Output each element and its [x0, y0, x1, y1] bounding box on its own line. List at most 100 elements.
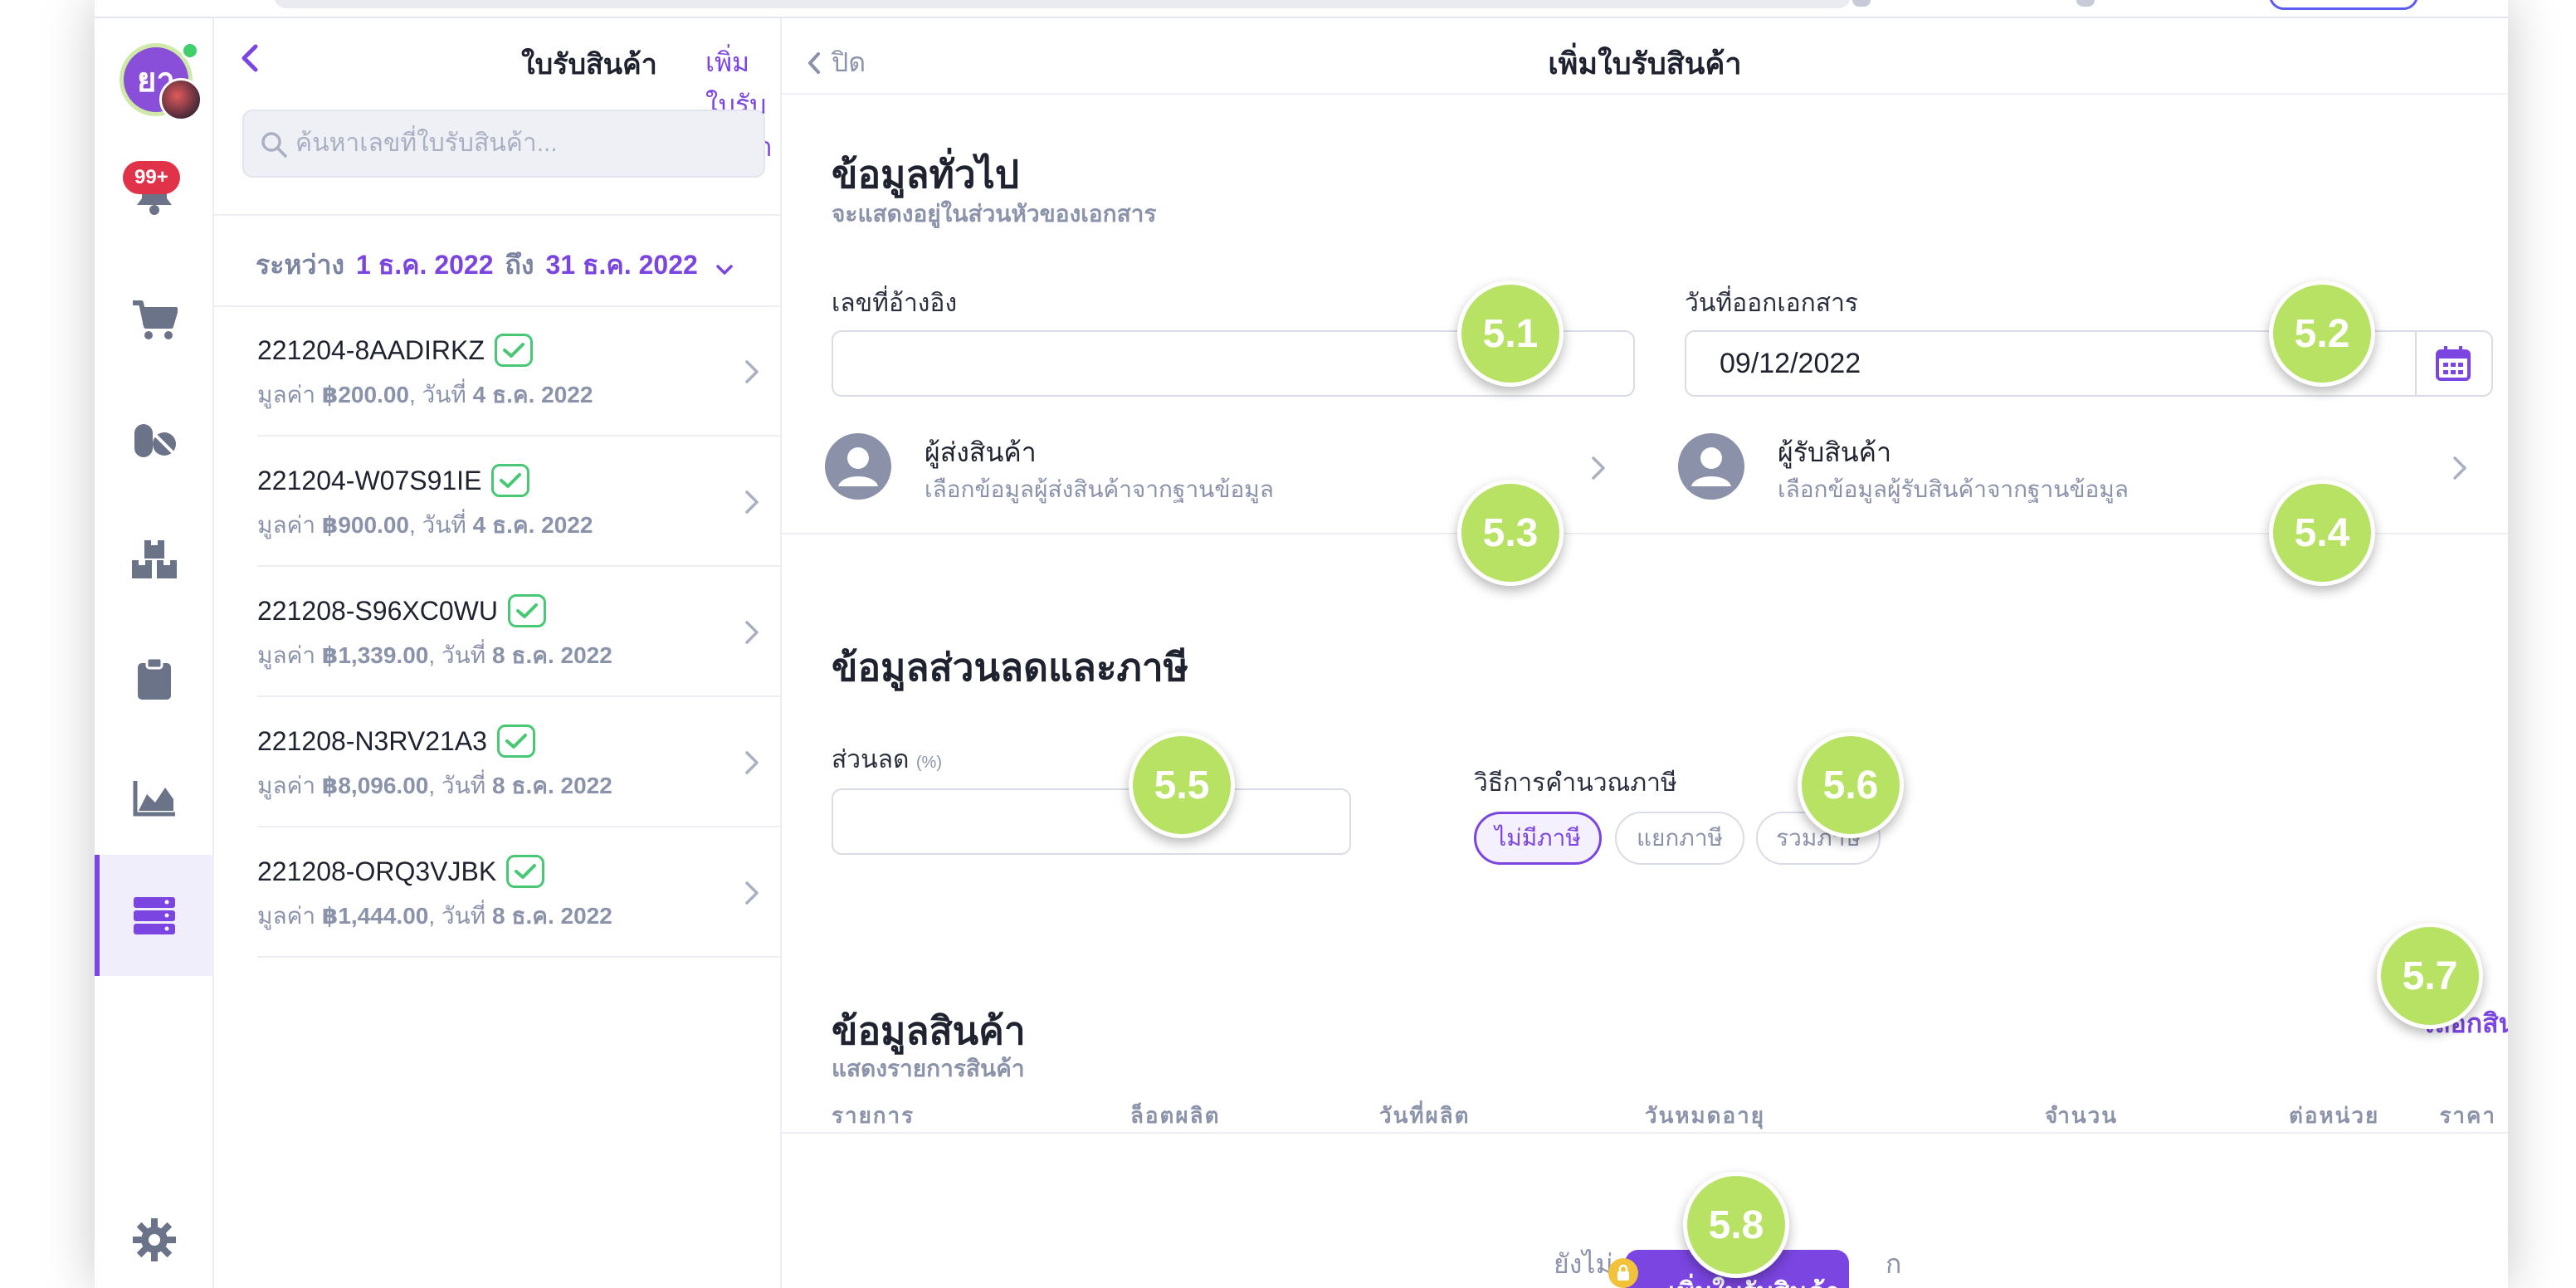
- list-item[interactable]: 221204-8AADIRKZ มูลค่า ฿200.00, วันที่ 4 …: [214, 307, 782, 437]
- meta-prefix: มูลค่า: [257, 512, 322, 538]
- receipt-amount: ฿8,096.00: [321, 773, 429, 798]
- marker-5-1: 5.1: [1457, 281, 1564, 387]
- receiver-subtitle: เลือกข้อมูลผู้รับสินค้าจากฐานข้อมูล: [1778, 476, 2129, 502]
- chevron-right-icon: [1588, 453, 1608, 483]
- column-header-exp-date: วันหมดอายุ: [1645, 1103, 1765, 1128]
- issue-date-label: วันที่ออกเอกสาร: [1685, 290, 1859, 317]
- tax-method-label: วิธีการคำนวณภาษี: [1474, 769, 1677, 797]
- receipt-search-box[interactable]: [242, 110, 765, 178]
- form-topbar: ปิด เพิ่มใบรับสินค้า: [782, 18, 2508, 95]
- chevron-right-icon: [2450, 453, 2470, 483]
- cart-icon[interactable]: [129, 295, 179, 345]
- empty-state-text: ยังไม่: [1554, 1249, 1613, 1279]
- toolbar-icon[interactable]: [1852, 0, 1871, 7]
- column-header-mfg-date: วันที่ผลิต: [1379, 1103, 1471, 1128]
- range-to: 31 ธ.ค. 2022: [545, 250, 698, 280]
- receipt-date: 4 ธ.ค. 2022: [472, 382, 593, 407]
- receiver-title: ผู้รับสินค้า: [1778, 437, 1892, 467]
- chevron-right-icon: [740, 616, 764, 649]
- check-icon: [494, 334, 533, 367]
- receipt-code-text: 221204-W07S91IE: [257, 465, 482, 495]
- check-icon: [491, 464, 530, 497]
- marker-5-7: 5.7: [2377, 923, 2483, 1029]
- chevron-right-icon: [740, 355, 764, 388]
- user-avatar[interactable]: [159, 78, 202, 121]
- reference-number-label: เลขที่อ้างอิง: [832, 290, 958, 317]
- calendar-icon: [2436, 346, 2471, 381]
- list-title: ใบรับสินค้า: [521, 49, 657, 80]
- column-header-unit-price: ต่อหน่วย: [2289, 1103, 2380, 1128]
- pills-icon[interactable]: [129, 415, 179, 465]
- marker-5-8: 5.8: [1683, 1172, 1789, 1278]
- meta-mid: , วันที่: [408, 512, 473, 538]
- receipt-code-text: 221208-S96XC0WU: [257, 595, 498, 626]
- sender-title: ผู้ส่งสินค้า: [925, 437, 1037, 467]
- chevron-right-icon: [740, 746, 764, 779]
- meta-prefix: มูลค่า: [257, 642, 322, 668]
- receipt-code-text: 221204-8AADIRKZ: [257, 334, 485, 365]
- receipt-date: 8 ธ.ค. 2022: [492, 903, 612, 929]
- gear-icon[interactable]: [129, 1215, 179, 1265]
- column-header-item: รายการ: [832, 1103, 915, 1128]
- receipt-code: 221204-8AADIRKZ: [257, 334, 533, 367]
- marker-5-2: 5.2: [2269, 281, 2375, 387]
- column-header-lot: ล็อตผลิต: [1130, 1103, 1221, 1128]
- meta-mid: , วันที่: [428, 773, 493, 798]
- global-search-bar[interactable]: [274, 0, 1851, 8]
- range-from: 1 ธ.ค. 2022: [356, 250, 494, 280]
- sender-subtitle: เลือกข้อมูลผู้ส่งสินค้าจากฐานข้อมูล: [925, 476, 1274, 502]
- marker-5-5: 5.5: [1129, 732, 1235, 838]
- discount-tax-section-title: ข้อมูลส่วนลดและภาษี: [832, 646, 1189, 689]
- icon-rail: ยา 99+: [95, 18, 214, 1288]
- divider: [257, 695, 782, 697]
- chevron-right-icon: [740, 876, 764, 910]
- person-avatar-icon: [1678, 433, 1744, 500]
- toolbar-icon[interactable]: [2076, 0, 2095, 7]
- back-chevron-icon[interactable]: [234, 41, 267, 75]
- meta-prefix: มูลค่า: [257, 773, 322, 798]
- user-menu-pill[interactable]: [2269, 0, 2418, 10]
- column-header-price: ราคา: [2439, 1103, 2496, 1128]
- browser-top-strip: [95, 0, 2508, 18]
- list-item[interactable]: 221208-N3RV21A3 มูลค่า ฿8,096.00, วันที่ …: [214, 698, 782, 827]
- boxes-icon[interactable]: [129, 534, 179, 584]
- range-to-word: ถึง: [505, 250, 534, 280]
- meta-mid: , วันที่: [428, 642, 493, 668]
- discount-input[interactable]: [832, 788, 1351, 855]
- lock-icon: [1608, 1258, 1638, 1288]
- tax-option-exclusive[interactable]: แยกภาษี: [1615, 812, 1744, 865]
- discount-unit: (%): [915, 754, 942, 772]
- app-window: ยา 99+ ใบรับสินค้า เพิ่มใบรับ ค้นหาเลขที…: [95, 0, 2508, 1288]
- check-icon: [496, 724, 535, 758]
- receipt-date: 4 ธ.ค. 2022: [472, 512, 593, 538]
- receipt-amount: ฿1,444.00: [321, 903, 429, 929]
- notification-badge: 99+: [123, 161, 180, 194]
- search-icon: [259, 129, 289, 159]
- empty-state-text-tail: ก: [1886, 1249, 1902, 1279]
- clipboard-icon[interactable]: [129, 654, 179, 704]
- tax-option-no-tax[interactable]: ไม่มีภาษี: [1474, 812, 1602, 865]
- receipt-meta: มูลค่า ฿1,339.00, วันที่ 8 ธ.ค. 2022: [257, 637, 612, 674]
- general-section-subtitle: จะแสดงอยู่ในส่วนหัวของเอกสาร: [832, 201, 1157, 227]
- marker-5-3: 5.3: [1457, 480, 1564, 586]
- chevron-right-icon: [740, 485, 764, 519]
- calendar-button[interactable]: [2415, 330, 2493, 397]
- receipt-meta: มูลค่า ฿1,444.00, วันที่ 8 ธ.ค. 2022: [257, 898, 612, 934]
- chart-icon[interactable]: [129, 773, 179, 823]
- date-range-filter[interactable]: ระหว่าง 1 ธ.ค. 2022 ถึง 31 ธ.ค. 2022: [256, 244, 734, 286]
- list-item[interactable]: 221208-ORQ3VJBK มูลค่า ฿1,444.00, วันที่ …: [214, 828, 782, 958]
- divider: [257, 435, 782, 437]
- receipt-meta: มูลค่า ฿200.00, วันที่ 4 ธ.ค. 2022: [257, 377, 593, 413]
- list-item[interactable]: 221204-W07S91IE มูลค่า ฿900.00, วันที่ 4 …: [214, 437, 782, 567]
- receipt-meta: มูลค่า ฿8,096.00, วันที่ 8 ธ.ค. 2022: [257, 768, 612, 804]
- chevron-down-icon: [715, 256, 734, 276]
- divider: [257, 826, 782, 827]
- divider: [257, 565, 782, 567]
- server-icon[interactable]: [129, 891, 179, 941]
- receipt-amount: ฿1,339.00: [321, 642, 429, 668]
- receipt-code: 221204-W07S91IE: [257, 464, 530, 497]
- receipt-search-input[interactable]: [295, 111, 744, 176]
- list-item[interactable]: 221208-S96XC0WU มูลค่า ฿1,339.00, วันที่ …: [214, 568, 782, 697]
- discount-label: ส่วนลด (%): [832, 740, 942, 779]
- receipt-code: 221208-N3RV21A3: [257, 724, 535, 758]
